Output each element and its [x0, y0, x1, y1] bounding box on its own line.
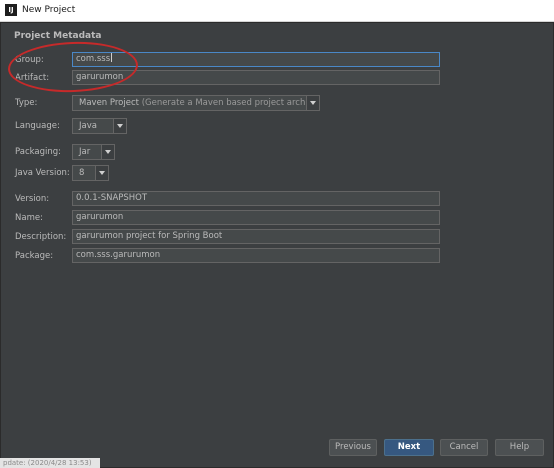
section-title: Project Metadata [14, 31, 102, 41]
background-status-text: pdate: (2020/4/28 13:53) [0, 458, 100, 468]
previous-button[interactable]: Previous [329, 439, 377, 456]
package-value: com.sss.garurumon [76, 250, 161, 260]
chevron-down-icon[interactable] [95, 166, 108, 180]
name-field[interactable]: garurumon [72, 210, 440, 225]
name-label: Name: [15, 213, 43, 223]
type-label: Type: [15, 98, 38, 108]
chevron-down-icon[interactable] [113, 119, 126, 133]
packaging-label: Packaging: [15, 147, 62, 157]
package-field[interactable]: com.sss.garurumon [72, 248, 440, 263]
language-combo[interactable]: Java [72, 118, 127, 134]
type-value: Maven Project [79, 98, 139, 108]
java-version-label: Java Version: [15, 168, 70, 178]
java-version-value: 8 [79, 168, 85, 178]
cancel-button[interactable]: Cancel [440, 439, 488, 456]
name-value: garurumon [76, 212, 124, 222]
version-value: 0.0.1-SNAPSHOT [76, 193, 148, 203]
next-button[interactable]: Next [384, 439, 434, 456]
chevron-down-icon[interactable] [101, 145, 114, 159]
type-combo[interactable]: Maven Project (Generate a Maven based pr… [72, 95, 320, 111]
version-field[interactable]: 0.0.1-SNAPSHOT [72, 191, 440, 206]
intellij-app-icon: IJ [5, 4, 17, 16]
language-label: Language: [15, 121, 60, 131]
title-bar: IJ New Project [0, 0, 554, 22]
packaging-value: Jar [79, 147, 91, 157]
window-title: New Project [22, 5, 76, 15]
java-version-combo[interactable]: 8 [72, 165, 109, 181]
type-hint: (Generate a Maven based project archive.… [141, 98, 320, 108]
version-label: Version: [15, 194, 50, 204]
description-value: garurumon project for Spring Boot [76, 231, 223, 241]
description-label: Description: [15, 232, 67, 242]
help-button[interactable]: Help [495, 439, 544, 456]
chevron-down-icon[interactable] [306, 96, 319, 110]
language-value: Java [79, 121, 97, 131]
package-label: Package: [15, 251, 54, 261]
packaging-combo[interactable]: Jar [72, 144, 115, 160]
description-field[interactable]: garurumon project for Spring Boot [72, 229, 440, 244]
